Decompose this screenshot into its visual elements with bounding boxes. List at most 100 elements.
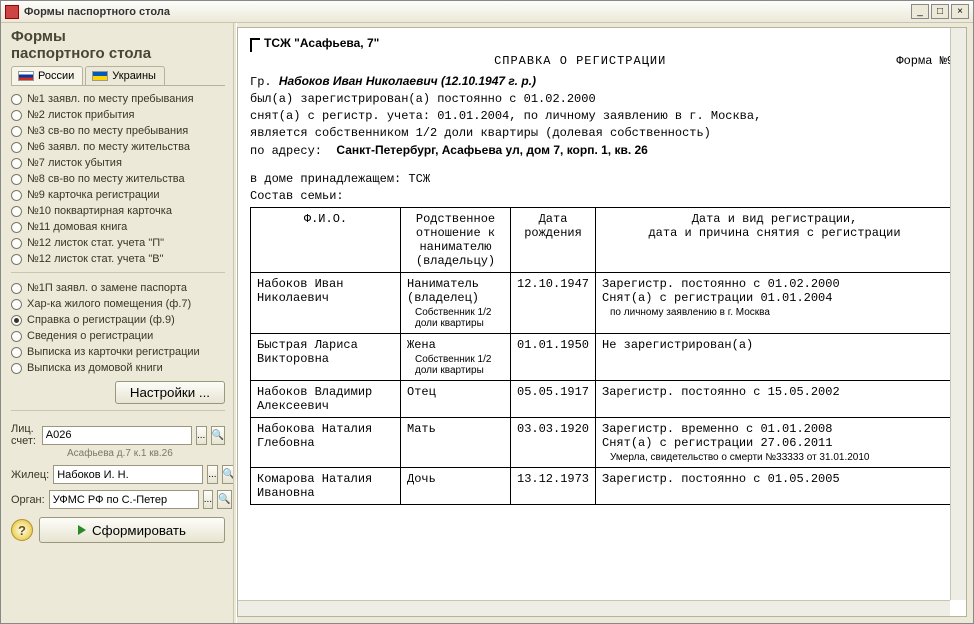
cell-dob: 03.03.1920 (511, 418, 596, 468)
maximize-button[interactable]: □ (931, 4, 949, 19)
form-radio[interactable]: №1П заявл. о замене паспорта (11, 281, 225, 295)
tab-russia[interactable]: России (11, 66, 83, 85)
tab-label: России (38, 70, 74, 82)
flag-ua-icon (92, 71, 108, 81)
content: Формыпаспортного стола России Украины №1… (1, 23, 973, 623)
form-radio[interactable]: №12 листок стат. учета "В" (11, 252, 225, 266)
cell-relation: ЖенаСобственник 1/2 доли квартиры (401, 334, 511, 381)
cell-fio: Набокова Наталия Глебовна (251, 418, 401, 468)
reg-line-1: был(а) зарегистрирован(а) постоянно с 01… (250, 92, 954, 106)
form-radio[interactable]: №8 св-во по месту жительства (11, 172, 225, 186)
cell-fio: Быстрая Лариса Викторовна (251, 334, 401, 381)
organ-search-button[interactable]: 🔍 (217, 490, 231, 509)
radio-icon (11, 206, 22, 217)
form-radio[interactable]: №2 листок прибытия (11, 108, 225, 122)
radio-icon (11, 238, 22, 249)
form-radio[interactable]: Справка о регистрации (ф.9) (11, 313, 225, 327)
cell-dob: 05.05.1917 (511, 381, 596, 418)
form-radio[interactable]: №7 листок убытия (11, 156, 225, 170)
cell-registration-sub: по личному заявлению в г. Москва (602, 307, 947, 318)
form-radio[interactable]: №9 карточка регистрации (11, 188, 225, 202)
organ-browse-button[interactable]: ... (203, 490, 213, 509)
scrollbar-horizontal[interactable] (238, 600, 950, 616)
sidebar-heading: Формыпаспортного стола (11, 29, 225, 62)
radio-icon (11, 331, 22, 342)
radio-label: №2 листок прибытия (27, 109, 135, 121)
account-input[interactable] (42, 426, 192, 445)
cell-registration: Зарегистр. постоянно с 15.05.2002 (596, 381, 954, 418)
radio-icon (11, 299, 22, 310)
cell-relation: Отец (401, 381, 511, 418)
flag-ru-icon (18, 71, 34, 81)
cell-fio: Набоков Владимир Алексеевич (251, 381, 401, 418)
table-row: Набоков Иван НиколаевичНаниматель (владе… (251, 273, 954, 334)
form-radio[interactable]: №3 св-во по месту пребывания (11, 124, 225, 138)
cell-relation-sub: Собственник 1/2 доли квартиры (407, 307, 504, 329)
th-relation: Родственное отношение к нанимателю (влад… (401, 208, 511, 273)
cell-registration: Зарегистр. постоянно с 01.02.2000 Снят(а… (596, 273, 954, 334)
radio-icon (11, 315, 22, 326)
window-title: Формы паспортного стола (24, 6, 909, 18)
citizen-prefix: Гр. (250, 75, 272, 89)
radio-label: Выписка из домовой книги (27, 362, 163, 374)
radio-icon (11, 110, 22, 121)
radio-icon (11, 363, 22, 374)
table-row: Быстрая Лариса ВикторовнаЖенаСобственник… (251, 334, 954, 381)
family-header: Состав семьи: (250, 189, 954, 203)
address: Санкт-Петербург, Асафьева ул, дом 7, кор… (336, 143, 647, 157)
help-icon[interactable]: ? (11, 519, 33, 541)
cell-registration: Зарегистр. постоянно с 01.05.2005 (596, 468, 954, 505)
account-search-button[interactable]: 🔍 (211, 426, 225, 445)
generate-button[interactable]: Сформировать (39, 517, 225, 543)
sidebar: Формыпаспортного стола России Украины №1… (1, 23, 233, 623)
radio-label: №9 карточка регистрации (27, 189, 160, 201)
radio-label: №1П заявл. о замене паспорта (27, 282, 187, 294)
form-radio[interactable]: №1 заявл. по месту пребывания (11, 92, 225, 106)
form-radio[interactable]: №10 поквартирная карточка (11, 204, 225, 218)
form-radio[interactable]: Выписка из домовой книги (11, 361, 225, 375)
play-icon (78, 525, 86, 535)
reg-line-3: является собственником 1/2 доли квартиры… (250, 126, 954, 140)
organ-row: Орган: ... 🔍 (11, 490, 225, 509)
form-radio[interactable]: №12 листок стат. учета "П" (11, 236, 225, 250)
cell-registration: Не зарегистрирован(а) (596, 334, 954, 381)
tenant-input[interactable] (53, 465, 203, 484)
form-radio[interactable]: №6 заявл. по месту жительства (11, 140, 225, 154)
radio-icon (11, 126, 22, 137)
tenant-browse-button[interactable]: ... (207, 465, 217, 484)
form-radio[interactable]: Хар-ка жилого помещения (ф.7) (11, 297, 225, 311)
form-radio[interactable]: Сведения о регистрации (11, 329, 225, 343)
radio-icon (11, 222, 22, 233)
scrollbar-vertical[interactable] (950, 28, 966, 600)
settings-button[interactable]: Настройки ... (115, 381, 225, 404)
forms-group-2: №1П заявл. о замене паспорта Хар-ка жилог… (11, 281, 225, 375)
account-hint: Асафьева д.7 к.1 кв.26 (11, 448, 225, 459)
titlebar: Формы паспортного стола _ □ × (1, 1, 973, 23)
document-pane: ТСЖ "Асафьева, 7" СПРАВКА О РЕГИСТРАЦИИ … (237, 27, 967, 617)
tab-ukraine[interactable]: Украины (85, 66, 165, 85)
radio-icon (11, 174, 22, 185)
organ-input[interactable] (49, 490, 199, 509)
addr-prefix: по адресу: (250, 144, 322, 158)
minimize-button[interactable]: _ (911, 4, 929, 19)
form-radio[interactable]: №11 домовая книга (11, 220, 225, 234)
radio-icon (11, 94, 22, 105)
radio-icon (11, 283, 22, 294)
form-radio[interactable]: Выписка из карточки регистрации (11, 345, 225, 359)
close-button[interactable]: × (951, 4, 969, 19)
cell-dob: 12.10.1947 (511, 273, 596, 334)
corner-mark-icon (250, 38, 260, 52)
forms-group-1: №1 заявл. по месту пребывания №2 листок п… (11, 92, 225, 266)
account-label: Лиц. счет: (11, 423, 38, 447)
tenant-row: Жилец: ... 🔍 (11, 465, 225, 484)
account-browse-button[interactable]: ... (196, 426, 207, 445)
form-number: Форма №9 (896, 54, 954, 68)
cell-fio: Набоков Иван Николаевич (251, 273, 401, 334)
house-belongs: в доме принадлежащем: ТСЖ (250, 172, 954, 186)
radio-icon (11, 142, 22, 153)
radio-label: Хар-ка жилого помещения (ф.7) (27, 298, 191, 310)
radio-icon (11, 158, 22, 169)
cell-fio: Комарова Наталия Ивановна (251, 468, 401, 505)
country-tabs: России Украины (11, 66, 225, 86)
account-row: Лиц. счет: ... 🔍 (11, 423, 225, 447)
